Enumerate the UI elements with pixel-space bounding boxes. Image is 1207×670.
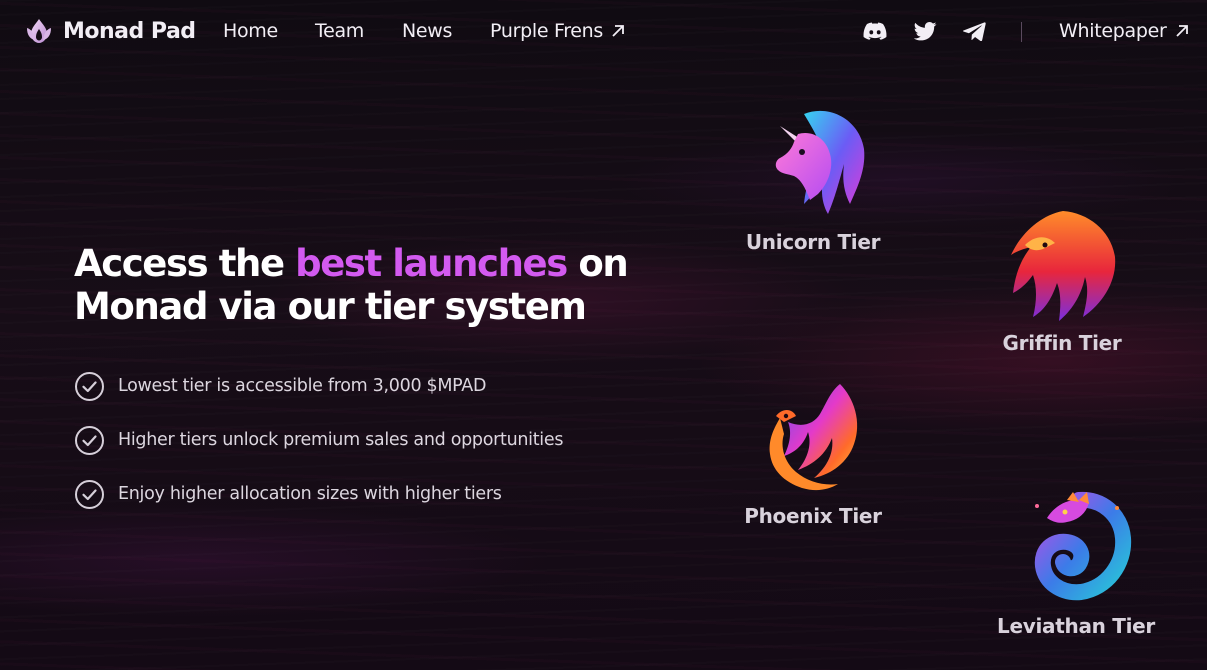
phoenix-icon xyxy=(769,384,858,491)
unicorn-icon xyxy=(775,110,865,214)
feature-item: Lowest tier is accessible from 3,000 $MP… xyxy=(74,369,563,403)
check-circle-icon xyxy=(75,371,104,401)
tier-card-griffin: Griffin Tier xyxy=(1001,205,1123,355)
tier-card-phoenix: Phoenix Tier xyxy=(744,378,882,528)
twitter-link[interactable] xyxy=(913,20,937,42)
headline-text-start: Access the xyxy=(74,242,296,285)
headline-accent-text: best launches xyxy=(295,242,568,285)
nav-link-news-label: News xyxy=(402,20,453,42)
nav-link-news[interactable]: News xyxy=(402,20,452,42)
feature-item: Higher tiers unlock premium sales and op… xyxy=(74,423,563,457)
telegram-link[interactable] xyxy=(962,20,986,42)
nav-link-home[interactable]: Home xyxy=(223,20,278,42)
tier-label: Unicorn Tier xyxy=(745,230,881,254)
feature-item: Enjoy higher allocation sizes with highe… xyxy=(74,477,563,511)
feature-list: Lowest tier is accessible from 3,000 $MP… xyxy=(74,369,563,531)
brand-logo-link[interactable]: Monad Pad xyxy=(24,16,196,46)
arrow-up-right-icon xyxy=(1175,25,1188,37)
leviathan-icon xyxy=(1034,491,1132,601)
tier-label: Leviathan Tier xyxy=(997,614,1155,638)
whitepaper-link[interactable]: Whitepaper xyxy=(1059,20,1189,42)
lotus-flame-logo-icon xyxy=(27,19,51,43)
feature-text: Higher tiers unlock premium sales and op… xyxy=(118,430,564,450)
check-circle-icon xyxy=(75,479,104,509)
whitepaper-label: Whitepaper xyxy=(1059,20,1167,42)
tier-card-leviathan: Leviathan Tier xyxy=(997,488,1155,638)
hero-headline: Access the best launches on Monad via ou… xyxy=(74,242,634,328)
feature-text: Enjoy higher allocation sizes with highe… xyxy=(118,484,502,504)
check-circle-icon xyxy=(75,425,104,455)
telegram-icon xyxy=(962,21,986,41)
tier-label: Phoenix Tier xyxy=(744,504,882,528)
feature-text: Lowest tier is accessible from 3,000 $MP… xyxy=(118,376,487,396)
discord-icon xyxy=(863,22,887,40)
tier-card-unicorn: Unicorn Tier xyxy=(746,104,880,254)
nav-link-purple-frens-label: Purple Frens xyxy=(490,20,604,42)
nav-link-team-label: Team xyxy=(315,20,365,42)
tier-label: Griffin Tier xyxy=(1002,331,1122,355)
nav-divider xyxy=(1021,22,1022,42)
nav-link-purple-frens[interactable]: Purple Frens xyxy=(490,20,625,42)
twitter-icon xyxy=(913,21,936,40)
griffin-icon xyxy=(1011,211,1116,321)
arrow-up-right-icon xyxy=(612,25,624,37)
discord-link[interactable] xyxy=(863,20,887,42)
nav-link-team[interactable]: Team xyxy=(315,20,364,42)
brand-name: Monad Pad xyxy=(63,18,196,44)
nav-link-home-label: Home xyxy=(223,20,278,42)
top-navigation: Monad Pad Home Team News Purple Frens Wh… xyxy=(0,0,1207,64)
